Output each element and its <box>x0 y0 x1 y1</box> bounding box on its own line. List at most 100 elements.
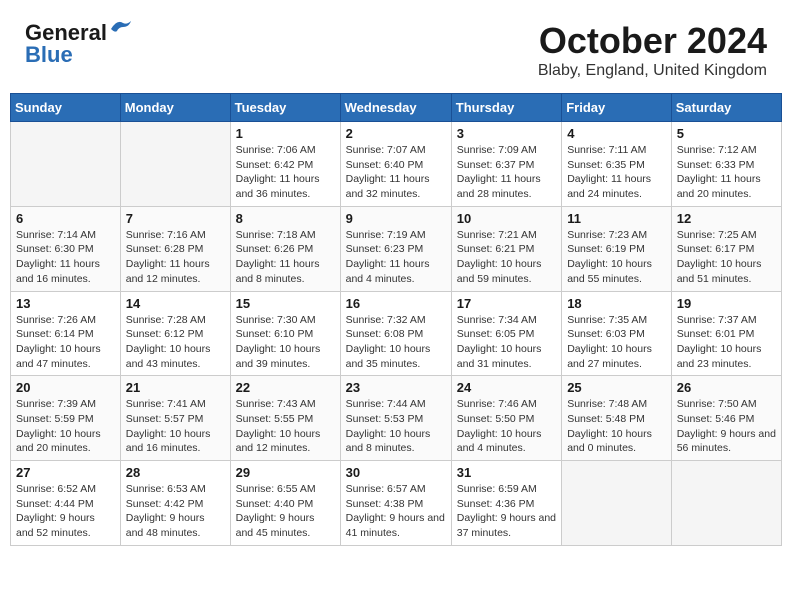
calendar-cell: 20 Sunrise: 7:39 AMSunset: 5:59 PMDayligh… <box>11 376 121 461</box>
day-number: 12 <box>677 211 776 226</box>
calendar-cell: 24Sunrise: 7:46 AMSunset: 5:50 PMDayligh… <box>451 376 561 461</box>
calendar-cell: 4 Sunrise: 7:11 AMSunset: 6:35 PMDaylight… <box>562 122 672 207</box>
day-number: 20 <box>16 380 115 395</box>
day-info: Sunrise: 7:25 AMSunset: 6:17 PMDaylight:… <box>677 228 776 287</box>
calendar-cell: 14 Sunrise: 7:28 AMSunset: 6:12 PMDayligh… <box>120 291 230 376</box>
logo: General Blue <box>25 20 131 68</box>
calendar-cell: 3 Sunrise: 7:09 AMSunset: 6:37 PMDaylight… <box>451 122 561 207</box>
calendar-cell <box>11 122 121 207</box>
day-number: 9 <box>346 211 446 226</box>
day-number: 4 <box>567 126 666 141</box>
day-number: 26 <box>677 380 776 395</box>
calendar-cell: 16 Sunrise: 7:32 AMSunset: 6:08 PMDayligh… <box>340 291 451 376</box>
calendar-cell: 22Sunrise: 7:43 AMSunset: 5:55 PMDayligh… <box>230 376 340 461</box>
calendar-week-row: 20 Sunrise: 7:39 AMSunset: 5:59 PMDayligh… <box>11 376 782 461</box>
calendar-table: SundayMondayTuesdayWednesdayThursdayFrid… <box>10 93 782 546</box>
day-info: Sunrise: 7:35 AMSunset: 6:03 PMDaylight:… <box>567 313 666 372</box>
calendar-cell: 31Sunrise: 6:59 AMSunset: 4:36 PMDayligh… <box>451 461 561 546</box>
calendar-cell: 15Sunrise: 7:30 AMSunset: 6:10 PMDayligh… <box>230 291 340 376</box>
weekday-header: Friday <box>562 94 672 122</box>
day-number: 19 <box>677 296 776 311</box>
calendar-cell: 25 Sunrise: 7:48 AMSunset: 5:48 PMDayligh… <box>562 376 672 461</box>
day-number: 16 <box>346 296 446 311</box>
calendar-cell: 1 Sunrise: 7:06 AMSunset: 6:42 PMDaylight… <box>230 122 340 207</box>
day-number: 17 <box>457 296 556 311</box>
weekday-header-row: SundayMondayTuesdayWednesdayThursdayFrid… <box>11 94 782 122</box>
day-number: 7 <box>126 211 225 226</box>
calendar-cell <box>562 461 672 546</box>
calendar-week-row: 1 Sunrise: 7:06 AMSunset: 6:42 PMDaylight… <box>11 122 782 207</box>
calendar-cell: 2 Sunrise: 7:07 AMSunset: 6:40 PMDaylight… <box>340 122 451 207</box>
day-info: Sunrise: 7:16 AMSunset: 6:28 PMDaylight:… <box>126 228 225 287</box>
day-number: 28 <box>126 465 225 480</box>
calendar-cell: 29 Sunrise: 6:55 AMSunset: 4:40 PMDayligh… <box>230 461 340 546</box>
day-number: 1 <box>236 126 335 141</box>
day-number: 3 <box>457 126 556 141</box>
day-info: Sunrise: 7:11 AMSunset: 6:35 PMDaylight:… <box>567 143 666 202</box>
day-info: Sunrise: 6:55 AMSunset: 4:40 PMDaylight:… <box>236 482 335 541</box>
month-title: October 2024 <box>538 20 767 62</box>
day-info: Sunrise: 7:44 AMSunset: 5:53 PMDaylight:… <box>346 397 446 456</box>
day-number: 23 <box>346 380 446 395</box>
calendar-cell: 28 Sunrise: 6:53 AMSunset: 4:42 PMDayligh… <box>120 461 230 546</box>
calendar-cell: 23 Sunrise: 7:44 AMSunset: 5:53 PMDayligh… <box>340 376 451 461</box>
calendar-week-row: 27 Sunrise: 6:52 AMSunset: 4:44 PMDayligh… <box>11 461 782 546</box>
day-info: Sunrise: 6:52 AMSunset: 4:44 PMDaylight:… <box>16 482 115 541</box>
weekday-header: Saturday <box>671 94 781 122</box>
day-number: 10 <box>457 211 556 226</box>
calendar-cell: 10Sunrise: 7:21 AMSunset: 6:21 PMDayligh… <box>451 206 561 291</box>
calendar-cell: 7 Sunrise: 7:16 AMSunset: 6:28 PMDaylight… <box>120 206 230 291</box>
day-info: Sunrise: 7:43 AMSunset: 5:55 PMDaylight:… <box>236 397 335 456</box>
day-number: 13 <box>16 296 115 311</box>
day-number: 6 <box>16 211 115 226</box>
calendar-cell <box>671 461 781 546</box>
logo-bird-icon <box>109 19 131 39</box>
calendar-week-row: 13Sunrise: 7:26 AMSunset: 6:14 PMDayligh… <box>11 291 782 376</box>
day-number: 27 <box>16 465 115 480</box>
day-number: 18 <box>567 296 666 311</box>
weekday-header: Monday <box>120 94 230 122</box>
day-info: Sunrise: 7:07 AMSunset: 6:40 PMDaylight:… <box>346 143 446 202</box>
calendar-cell: 30 Sunrise: 6:57 AMSunset: 4:38 PMDayligh… <box>340 461 451 546</box>
location: Blaby, England, United Kingdom <box>538 62 767 80</box>
day-number: 25 <box>567 380 666 395</box>
day-info: Sunrise: 7:37 AMSunset: 6:01 PMDaylight:… <box>677 313 776 372</box>
day-info: Sunrise: 7:14 AMSunset: 6:30 PMDaylight:… <box>16 228 115 287</box>
day-number: 15 <box>236 296 335 311</box>
calendar-cell: 13Sunrise: 7:26 AMSunset: 6:14 PMDayligh… <box>11 291 121 376</box>
calendar-cell: 8Sunrise: 7:18 AMSunset: 6:26 PMDaylight… <box>230 206 340 291</box>
day-info: Sunrise: 7:41 AMSunset: 5:57 PMDaylight:… <box>126 397 225 456</box>
calendar-cell: 21 Sunrise: 7:41 AMSunset: 5:57 PMDayligh… <box>120 376 230 461</box>
day-info: Sunrise: 7:28 AMSunset: 6:12 PMDaylight:… <box>126 313 225 372</box>
day-info: Sunrise: 7:06 AMSunset: 6:42 PMDaylight:… <box>236 143 335 202</box>
day-info: Sunrise: 7:48 AMSunset: 5:48 PMDaylight:… <box>567 397 666 456</box>
weekday-header: Wednesday <box>340 94 451 122</box>
day-number: 30 <box>346 465 446 480</box>
day-number: 14 <box>126 296 225 311</box>
calendar-cell: 12 Sunrise: 7:25 AMSunset: 6:17 PMDayligh… <box>671 206 781 291</box>
day-number: 8 <box>236 211 335 226</box>
day-number: 31 <box>457 465 556 480</box>
day-number: 11 <box>567 211 666 226</box>
calendar-cell: 26 Sunrise: 7:50 AMSunset: 5:46 PMDayligh… <box>671 376 781 461</box>
title-block: October 2024 Blaby, England, United King… <box>538 20 767 80</box>
day-info: Sunrise: 7:39 AMSunset: 5:59 PMDaylight:… <box>16 397 115 456</box>
calendar-cell: 6 Sunrise: 7:14 AMSunset: 6:30 PMDaylight… <box>11 206 121 291</box>
weekday-header: Sunday <box>11 94 121 122</box>
day-number: 29 <box>236 465 335 480</box>
day-number: 2 <box>346 126 446 141</box>
day-info: Sunrise: 7:50 AMSunset: 5:46 PMDaylight:… <box>677 397 776 456</box>
day-number: 21 <box>126 380 225 395</box>
day-info: Sunrise: 7:19 AMSunset: 6:23 PMDaylight:… <box>346 228 446 287</box>
calendar-cell: 27 Sunrise: 6:52 AMSunset: 4:44 PMDayligh… <box>11 461 121 546</box>
calendar-cell: 5Sunrise: 7:12 AMSunset: 6:33 PMDaylight… <box>671 122 781 207</box>
day-number: 5 <box>677 126 776 141</box>
day-info: Sunrise: 7:32 AMSunset: 6:08 PMDaylight:… <box>346 313 446 372</box>
day-info: Sunrise: 7:23 AMSunset: 6:19 PMDaylight:… <box>567 228 666 287</box>
day-info: Sunrise: 7:09 AMSunset: 6:37 PMDaylight:… <box>457 143 556 202</box>
logo-blue: Blue <box>25 42 73 68</box>
calendar-cell: 18 Sunrise: 7:35 AMSunset: 6:03 PMDayligh… <box>562 291 672 376</box>
day-info: Sunrise: 6:53 AMSunset: 4:42 PMDaylight:… <box>126 482 225 541</box>
day-info: Sunrise: 7:46 AMSunset: 5:50 PMDaylight:… <box>457 397 556 456</box>
day-info: Sunrise: 6:57 AMSunset: 4:38 PMDaylight:… <box>346 482 446 541</box>
